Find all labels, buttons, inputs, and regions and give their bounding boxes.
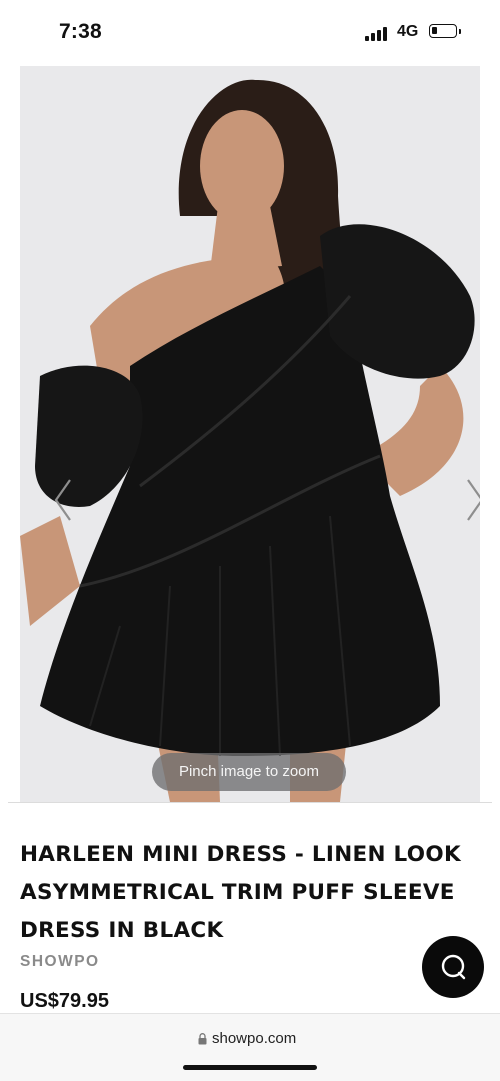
chat-button[interactable] xyxy=(422,936,484,998)
product-title: HARLEEN MINI DRESS - LINEN LOOK ASYMMETR… xyxy=(20,836,490,950)
battery-cap xyxy=(459,29,461,34)
chevron-right-icon xyxy=(467,479,480,521)
status-bar: 7:38 4G xyxy=(0,0,500,66)
zoom-hint: Pinch image to zoom xyxy=(152,753,346,791)
divider xyxy=(8,802,492,803)
brand-name[interactable]: SHOWPO xyxy=(20,953,100,971)
signal-bars-icon xyxy=(365,25,389,41)
status-time: 7:38 xyxy=(59,20,102,43)
previous-image-button[interactable] xyxy=(50,476,76,524)
product-price: US$79.95 xyxy=(20,990,109,1012)
browser-url-bar[interactable]: showpo.com xyxy=(0,1013,500,1081)
product-image[interactable] xyxy=(20,66,480,802)
lock-icon xyxy=(198,1033,207,1045)
url-text: showpo.com xyxy=(212,1030,297,1047)
battery-icon xyxy=(429,24,457,38)
product-title-line: ASYMMETRICAL TRIM PUFF SLEEVE xyxy=(20,880,455,905)
network-type: 4G xyxy=(397,23,419,40)
next-image-button[interactable] xyxy=(462,476,480,524)
product-title-line: DRESS IN BLACK xyxy=(20,918,224,943)
product-title-line: HARLEEN MINI DRESS - LINEN LOOK xyxy=(20,842,461,867)
chat-bubble-icon xyxy=(441,954,466,980)
model-photo xyxy=(20,66,480,802)
chevron-left-icon xyxy=(54,479,71,521)
home-indicator[interactable] xyxy=(183,1065,317,1070)
